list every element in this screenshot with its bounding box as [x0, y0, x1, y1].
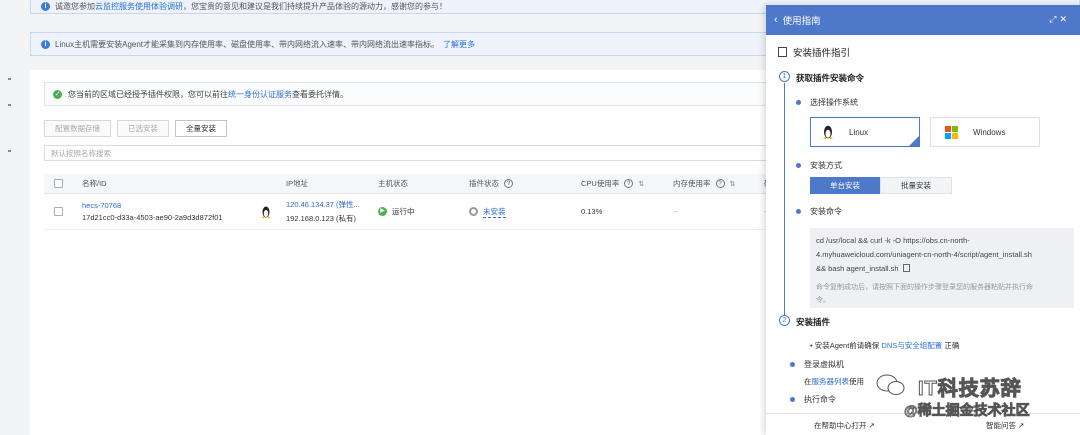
step-number: 1 — [779, 71, 790, 82]
selected-install-button[interactable]: 已选安装 — [117, 120, 169, 137]
open-in-help-center[interactable]: 在帮助中心打开 ↗ — [814, 420, 875, 431]
guide-panel: ‹ 使用指南 ⤢✕ 安装插件指引 1 获取插件安装命令 选择操作系统 Linux… — [766, 5, 1080, 435]
dns-link[interactable]: DNS与安全组配置 — [881, 341, 942, 350]
guide-title-text: 安装插件指引 — [793, 48, 851, 59]
notice-text-pre: 您当前的区域已经授予插件权限，您可以前往 — [68, 89, 228, 99]
info-icon: i — [41, 39, 50, 49]
not-installed-icon — [469, 207, 478, 216]
step2-title: 安装插件 — [796, 317, 831, 327]
survey-text-pre: 诚邀您参加 — [55, 2, 95, 11]
survey-link[interactable]: 云监控服务使用体验调研 — [95, 1, 183, 12]
step-number: 2 — [779, 315, 790, 326]
search-input[interactable]: 默认按照名称搜索 — [44, 145, 804, 161]
guide-header: ‹ 使用指南 ⤢✕ — [766, 5, 1080, 35]
step1-title: 获取插件安装命令 — [796, 73, 865, 83]
select-all-checkbox[interactable] — [54, 179, 63, 188]
dns-text-post: 正确 — [944, 341, 960, 350]
info-icon: i — [41, 2, 50, 11]
running-icon: ▶ — [378, 207, 387, 216]
smart-qa-link[interactable]: 智能问答 ↗ — [986, 420, 1024, 431]
selected-check-icon — [908, 135, 920, 147]
host-id: 17d21cc0-d33a-4503-ae90-2a9d3d872f01 — [82, 213, 223, 222]
windows-icon — [945, 125, 958, 139]
expand-close-icons[interactable]: ⤢✕ — [1049, 14, 1070, 25]
tab-batch-install[interactable]: 批量安装 — [880, 177, 952, 194]
guide-header-title: 使用指南 — [782, 16, 821, 27]
left-nav-strip — [0, 0, 24, 435]
cpu-usage: 0.13% — [581, 207, 603, 216]
os-windows-label: Windows — [973, 127, 1006, 137]
choose-os-label: 选择操作系统 — [810, 98, 858, 107]
full-install-button[interactable]: 全量安装 — [175, 120, 227, 137]
dns-text-pre: • 安装Agent前请确保 — [810, 341, 880, 350]
login-text-pre: 在 — [804, 377, 812, 386]
check-circle-icon: ✓ — [53, 89, 62, 99]
exec-cmd-label: 执行命令 — [804, 395, 836, 404]
os-linux-option[interactable]: Linux — [810, 117, 920, 147]
learn-more-link[interactable]: 了解更多 — [443, 39, 475, 50]
cmd-line: 4.myhuaweicloud.com/uniagent-cn-north-4/… — [816, 250, 1032, 259]
nav-marker — [8, 104, 11, 106]
col-cpu: CPU使用率 — [581, 179, 620, 188]
guide-footer: 在帮助中心打开 ↗ 智能问答 ↗ — [766, 413, 1080, 435]
private-ip: 192.168.0.123 (私有) — [286, 214, 357, 223]
sort-icon[interactable]: ⇅ — [730, 180, 736, 188]
col-ip: IP地址 — [286, 179, 309, 188]
permission-notice: ✓ 您当前的区域已经授予插件权限，您可以前往 统一身份认证服务 查看委托详情。 — [44, 82, 804, 106]
bullet — [790, 397, 795, 402]
bullet — [796, 100, 801, 105]
chevron-left-icon[interactable]: ‹ — [774, 14, 778, 26]
help-icon[interactable]: ? — [624, 179, 634, 188]
config-storage-button[interactable]: 配置数据存储 — [44, 120, 111, 137]
sort-icon[interactable]: ⇅ — [638, 180, 644, 188]
guide-title: 安装插件指引 — [778, 45, 850, 59]
survey-text-post: ，您宝贵的意见和建议是我们持续提升产品体验的源动力，感谢您的参与！ — [183, 2, 447, 11]
document-icon — [778, 47, 787, 57]
row-checkbox[interactable] — [54, 207, 63, 216]
linux-icon — [260, 194, 272, 229]
linux-icon — [822, 125, 834, 140]
login-text-post: 使用 — [849, 377, 864, 386]
login-vm-label: 登录虚拟机 — [804, 360, 844, 369]
os-linux-label: Linux — [849, 127, 869, 137]
nav-marker — [8, 78, 11, 80]
bullet — [796, 163, 801, 168]
help-icon[interactable]: ? — [715, 179, 725, 188]
server-list-link[interactable]: 服务器列表 — [812, 377, 850, 386]
plugin-status-link[interactable]: 未安装 — [483, 206, 506, 218]
install-command-box[interactable]: cd /usr/local && curl -k -O https://obs.… — [810, 228, 1074, 308]
bullet — [796, 209, 801, 214]
copy-icon[interactable] — [902, 264, 910, 272]
col-status: 主机状态 — [378, 179, 408, 188]
cmd-line: cd /usr/local && curl -k -O https://obs.… — [816, 236, 970, 245]
host-name-link[interactable]: hecs-70768 — [82, 201, 121, 210]
mem-usage: -- — [673, 207, 678, 216]
os-windows-option[interactable]: Windows — [930, 117, 1040, 147]
toolbar: 配置数据存储 已选安装 全量安装 — [44, 120, 227, 137]
install-cmd-label: 安装命令 — [810, 207, 842, 216]
table-row: hecs-70768 17d21cc0-d33a-4503-ae90-2a9d3… — [44, 194, 804, 230]
notice-text-post: 查看委托详情。 — [292, 89, 348, 99]
col-mem: 内存使用率 — [673, 179, 711, 188]
col-plugin: 插件状态 — [469, 179, 499, 188]
host-status: 运行中 — [392, 207, 415, 216]
bullet — [790, 362, 795, 367]
tab-single-install[interactable]: 单台安装 — [810, 177, 880, 194]
agent-banner-text: Linux主机需要安装Agent才能采集到内存使用率、磁盘使用率、带内网络流入速… — [55, 39, 440, 49]
iam-link[interactable]: 统一身份认证服务 — [228, 89, 292, 100]
cmd-note: 命令复制成功后，请按照下面的操作步骤登录您的服务器粘贴并执行命 — [816, 284, 1033, 291]
col-name: 名称/ID — [82, 179, 107, 188]
install-mode-label: 安装方式 — [810, 161, 842, 170]
help-icon[interactable]: ? — [504, 179, 513, 188]
nav-marker — [8, 150, 11, 152]
cmd-note: 令。 — [816, 297, 830, 304]
cmd-line: && bash agent_install.sh — [816, 264, 899, 273]
public-ip[interactable]: 120.46.134.37 (弹性... — [286, 199, 360, 210]
step-line — [784, 83, 785, 318]
table-header: 名称/ID IP地址 主机状态 插件状态 ? CPU使用率 ? ⇅ 内存使用率 … — [44, 174, 804, 194]
